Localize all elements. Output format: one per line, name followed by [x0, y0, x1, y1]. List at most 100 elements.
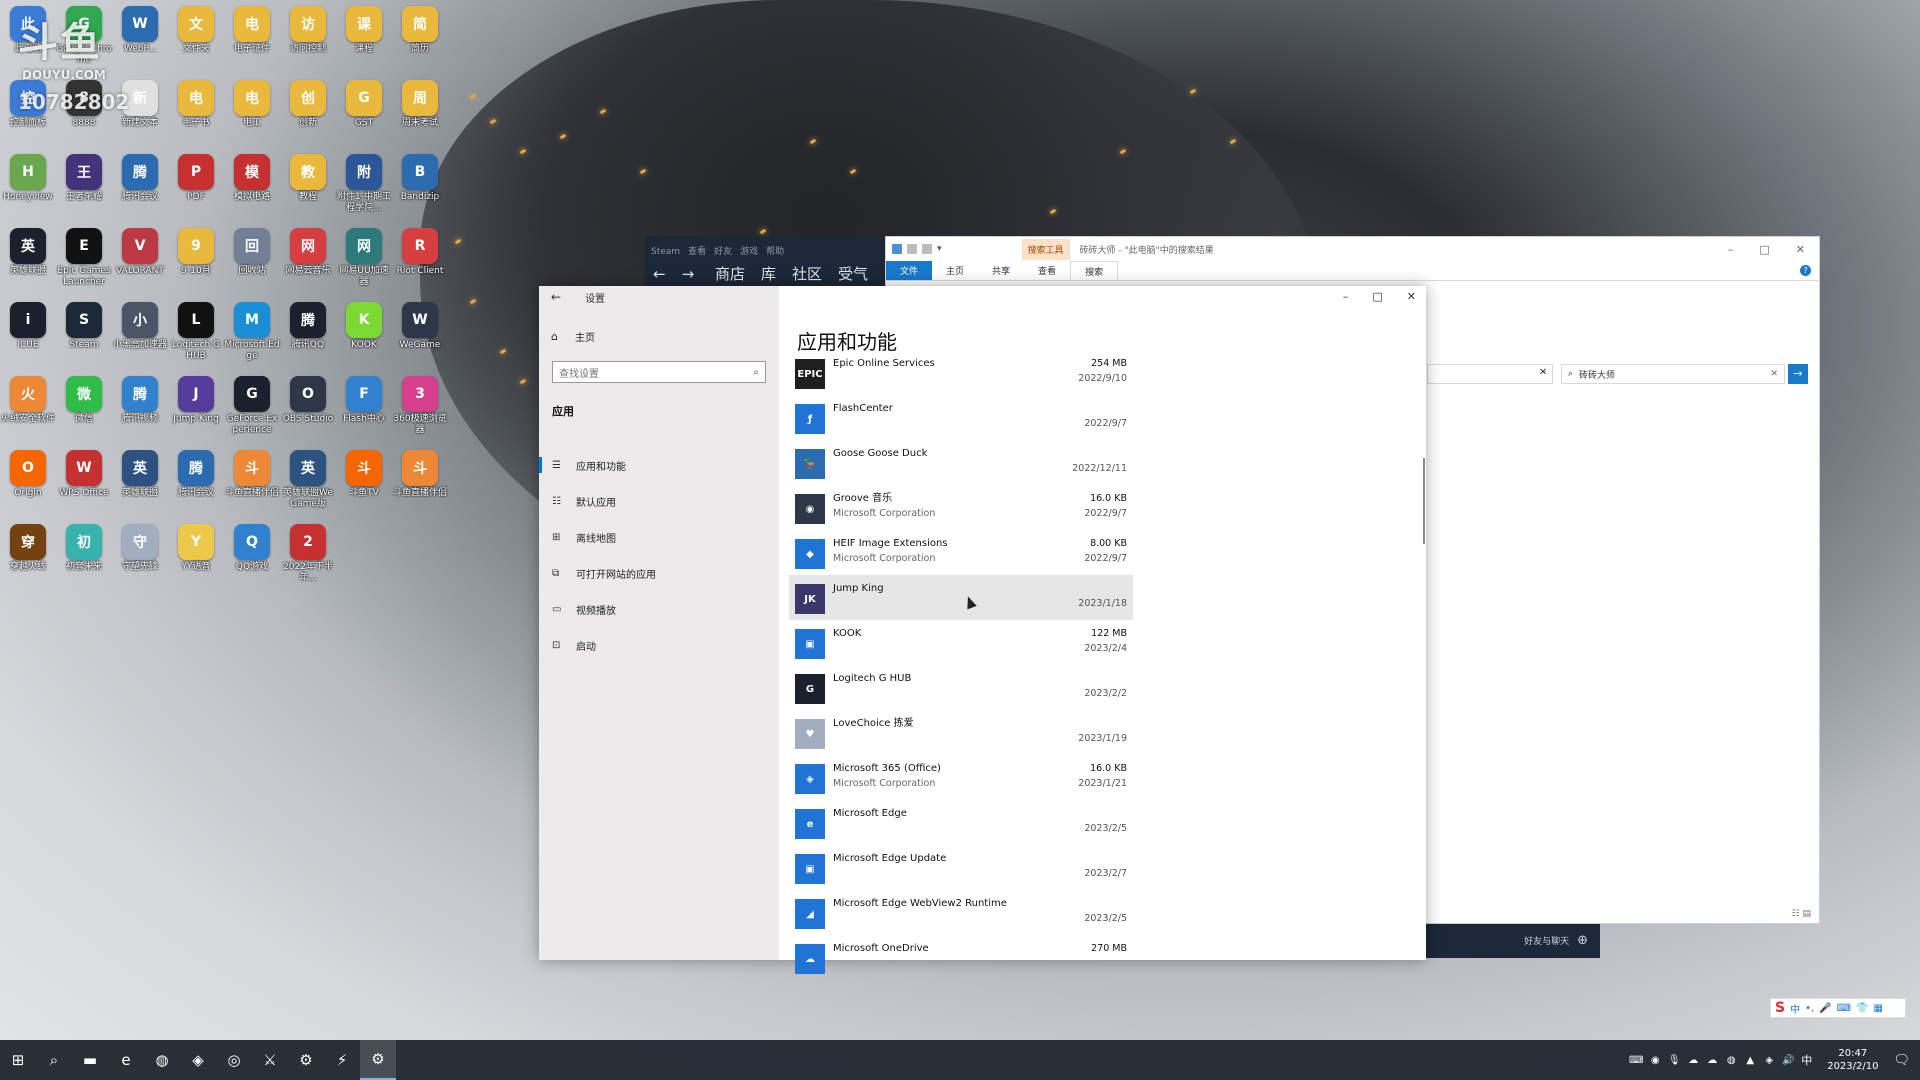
ribbon-tab[interactable]: 文件	[886, 261, 933, 280]
desktop-icon[interactable]: S Steam	[56, 302, 112, 351]
app-list-item[interactable]: ◢ Microsoft Edge WebView2 Runtime 2023/2/5	[789, 890, 1133, 935]
clock[interactable]: 20:47 2023/2/10	[1827, 1047, 1878, 1073]
desktop-icon[interactable]: G GST	[336, 80, 392, 129]
close-button[interactable]: ✕	[1796, 243, 1805, 256]
desktop-icon[interactable]: 小小黑盒加速器	[112, 302, 168, 351]
desktop-icon[interactable]: 王王者荣耀	[56, 154, 112, 203]
steam-icon[interactable]: ⚙	[288, 1040, 324, 1080]
search-icon[interactable]: ⌕	[36, 1040, 72, 1080]
desktop-icon[interactable]: 课课程	[336, 6, 392, 55]
desktop-icon[interactable]: 简简历	[392, 6, 448, 55]
onedrive-icon[interactable]: ☁	[1706, 1054, 1718, 1066]
steam-window[interactable]: Steam查看好友游戏帮助 ←→ 商店库社区受气包2	[645, 236, 885, 304]
desktop-icon[interactable]: O OBS Studio	[280, 376, 336, 425]
search-tools-tab[interactable]: 搜索工具	[1021, 238, 1070, 260]
help-icon[interactable]: ?	[1800, 265, 1811, 276]
desktop-icon[interactable]: 腾腾讯视频	[112, 376, 168, 425]
steam-menu-item[interactable]: 好友	[714, 247, 732, 257]
ribbon-tab[interactable]: 查看	[1024, 261, 1070, 280]
nav-item-apps-for-websites[interactable]: ⧉ 可打开网站的应用	[539, 555, 779, 591]
mic-icon[interactable]: 🎙	[1668, 1054, 1681, 1066]
desktop-icon[interactable]: 电电工	[224, 80, 280, 129]
file-explorer-icon[interactable]: ▬	[72, 1040, 108, 1080]
ime-toolbar[interactable]: S 中 •, 🎤 ⌨ 👕 ▦	[1770, 998, 1906, 1018]
desktop-icon[interactable]: 英英雄联盟	[112, 450, 168, 499]
desktop-icon[interactable]: Y YY语音	[168, 524, 224, 573]
volume-icon[interactable]: 🔊	[1782, 1054, 1794, 1066]
back-arrow-icon[interactable]: ←	[551, 290, 561, 304]
cloud-icon[interactable]: ☁	[1687, 1054, 1699, 1066]
desktop-icon[interactable]: J Jump King	[168, 376, 224, 425]
wechat-icon[interactable]: ◍	[144, 1040, 180, 1080]
uu-icon[interactable]: ◉	[1649, 1054, 1661, 1066]
app-list-item[interactable]: ƒ FlashCenter 2022/9/7	[789, 395, 1133, 440]
steam-menu-item[interactable]: Steam	[651, 247, 680, 257]
desktop-icon[interactable]: 腾腾讯会议	[112, 154, 168, 203]
maximize-button[interactable]: □	[1372, 290, 1382, 303]
punctuation-icon[interactable]: •,	[1805, 1003, 1814, 1014]
desktop-icon[interactable]: O Origin	[0, 450, 56, 499]
desktop-icon[interactable]: W WPS Office	[56, 450, 112, 499]
desktop-icon[interactable]: B Bandizip	[392, 154, 448, 203]
desktop-icon[interactable]: 网网易云音乐	[280, 228, 336, 277]
steam-nav-tab[interactable]: 库	[761, 265, 776, 283]
chevron-down-icon[interactable]: ▾	[937, 244, 942, 254]
app-list-item[interactable]: ♥ LoveChoice 拣爱 2023/1/19	[789, 710, 1133, 755]
properties-icon[interactable]	[907, 244, 917, 254]
mic-icon[interactable]: 🎤	[1819, 1003, 1831, 1014]
desktop-icon[interactable]: 腾腾讯QQ	[280, 302, 336, 351]
desktop-icon[interactable]: 英英雄联盟	[0, 228, 56, 277]
keyboard-icon[interactable]: ⌨	[1629, 1054, 1643, 1066]
start-icon[interactable]: ⊞	[0, 1040, 36, 1080]
quick-access-toolbar[interactable]: ▾	[892, 244, 942, 254]
desktop-icon[interactable]: 9 9-10月	[168, 228, 224, 277]
steam-nav-tab[interactable]: 商店	[715, 265, 745, 283]
app-list-item[interactable]: e Microsoft Edge 2023/2/5	[789, 800, 1133, 845]
desktop-icon[interactable]: 回回收站	[224, 228, 280, 277]
nvidia-icon[interactable]: ▲	[1744, 1054, 1756, 1066]
settings-search-input[interactable]: 查找设置 ⌕	[552, 361, 766, 383]
ribbon-tab[interactable]: 主页	[932, 261, 978, 280]
app-list-item[interactable]: 🦆 Goose Goose Duck 2022/12/11	[789, 440, 1133, 485]
app-list-item[interactable]: ◆ HEIF Image Extensions Microsoft Corporat…	[789, 530, 1133, 575]
steam-menu-item[interactable]: 帮助	[766, 247, 784, 257]
desktop-icon[interactable]: V VALORANT	[112, 228, 168, 277]
search-go-button[interactable]: →	[1788, 364, 1808, 384]
desktop-icon[interactable]: L Logitech G HUB	[168, 302, 224, 362]
ribbon-tab[interactable]: 共享	[978, 261, 1024, 280]
xiaoheihe-icon[interactable]: ⚡	[324, 1040, 360, 1080]
nav-item-startup[interactable]: ⊡ 启动	[539, 627, 779, 663]
desktop-icon[interactable]: 微微信	[56, 376, 112, 425]
desktop-icon[interactable]: 2 2022年下半年...	[280, 524, 336, 584]
app-list-item[interactable]: ◉ Groove 音乐 Microsoft Corporation 16.0 KB 20…	[789, 485, 1133, 530]
app-icon[interactable]: ◈	[180, 1040, 216, 1080]
notification-icon[interactable]: 🗨	[1893, 1053, 1910, 1068]
maximize-button[interactable]: □	[1759, 243, 1769, 256]
nav-item-offline-maps[interactable]: ⊞ 离线地图	[539, 519, 779, 555]
toolbox-icon[interactable]: ▦	[1874, 1003, 1883, 1014]
clear-address-button[interactable]: ✕	[1533, 364, 1553, 384]
skin-icon[interactable]: 👕	[1856, 1003, 1868, 1014]
network-icon[interactable]: ◈	[1763, 1054, 1775, 1066]
steam-friends-bar[interactable]: 好友与聊天 ⊕	[1420, 922, 1600, 958]
add-icon[interactable]: ⊕	[1577, 933, 1588, 948]
desktop-icon[interactable]: Q QQ游戏	[224, 524, 280, 573]
app-list-item[interactable]: EPIC Epic Online Services 254 MB 2022/9/10	[789, 350, 1133, 395]
clear-search-icon[interactable]: ✕	[1770, 369, 1778, 379]
minimize-button[interactable]: –	[1728, 243, 1734, 256]
desktop-icon[interactable]: 电电子证件	[224, 6, 280, 55]
obs-icon[interactable]: ◎	[216, 1040, 252, 1080]
home-link[interactable]: ⌂ 主页	[539, 326, 779, 346]
league-icon[interactable]: ⚔	[252, 1040, 288, 1080]
edge-icon[interactable]: e	[108, 1040, 144, 1080]
desktop-icon[interactable]: 3 360极速浏览器	[392, 376, 448, 436]
app-list-item[interactable]: ◈ Microsoft 365 (Office) Microsoft Corpora…	[789, 755, 1133, 800]
desktop-icon[interactable]: 斗斗鱼直播伴侣	[224, 450, 280, 499]
minimize-button[interactable]: –	[1343, 290, 1349, 303]
desktop-icon[interactable]: E Epic Games Launcher	[56, 228, 112, 288]
desktop-icon[interactable]: 斗斗鱼直播伴侣	[392, 450, 448, 499]
wechat-icon[interactable]: ◍	[1725, 1054, 1737, 1066]
app-list-item[interactable]: ☁ Microsoft OneDrive 270 MB	[789, 935, 1133, 980]
desktop-icon[interactable]: 周周末考试	[392, 80, 448, 129]
close-button[interactable]: ✕	[1407, 290, 1416, 303]
